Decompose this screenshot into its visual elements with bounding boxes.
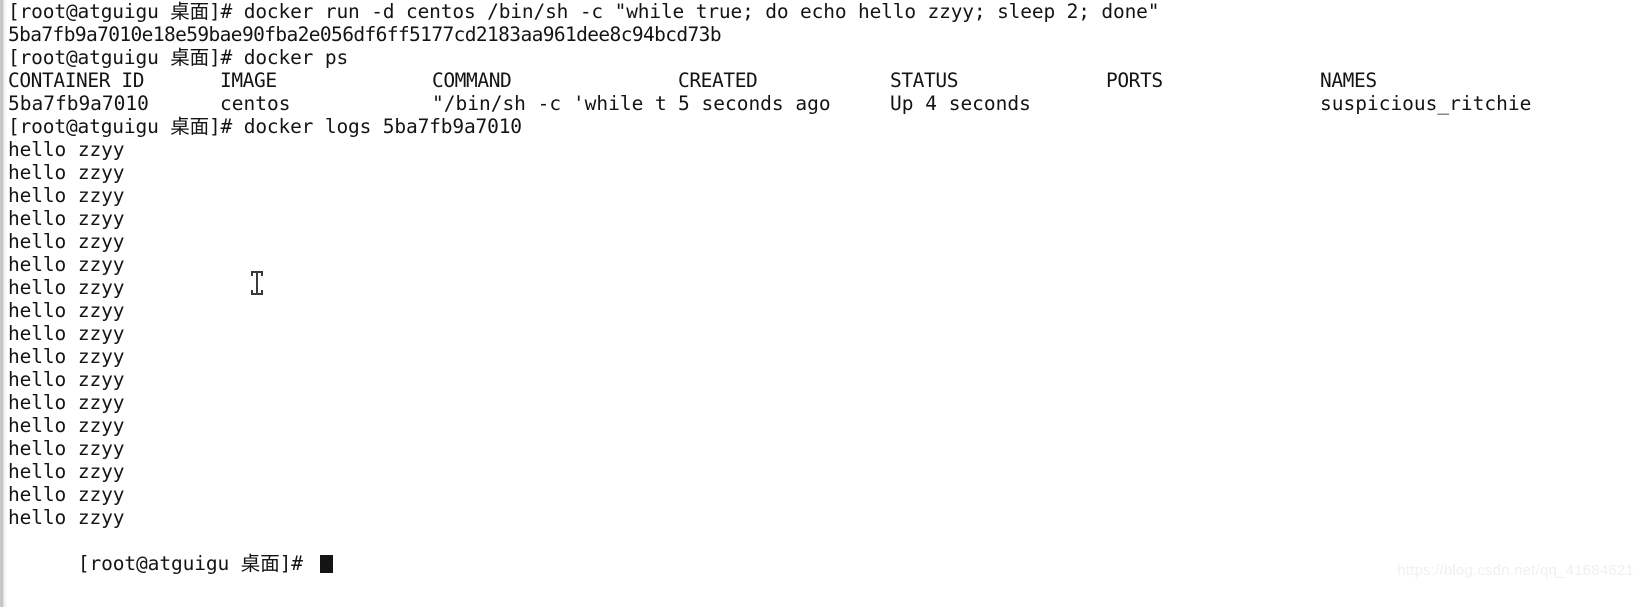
cell-status: Up 4 seconds	[890, 92, 1031, 115]
log-line: hello zzyy	[8, 253, 125, 276]
docker-logs-output: hello zzyy hello zzyy hello zzyy hello zzyy…	[8, 138, 1642, 529]
cell-command: "/bin/sh -c 'while t	[432, 92, 667, 115]
log-line: hello zzyy	[8, 161, 125, 184]
header-status: STATUS	[890, 69, 959, 92]
log-line: hello zzyy	[8, 299, 125, 322]
header-names: NAMES	[1320, 69, 1377, 92]
log-line: hello zzyy	[8, 437, 125, 460]
cell-image: centos	[220, 92, 291, 115]
log-line: hello zzyy	[8, 345, 125, 368]
log-line: hello zzyy	[8, 391, 125, 414]
csdn-watermark: https://blog.csdn.net/qq_41684621	[1397, 562, 1634, 579]
header-image: IMAGE	[220, 69, 277, 92]
cell-names: suspicious_ritchie	[1320, 92, 1532, 115]
log-line: hello zzyy	[8, 207, 125, 230]
container-id-hash-output: 5ba7fb9a7010e18e59bae90fba2e056df6ff5177…	[8, 23, 722, 46]
log-line: hello zzyy	[8, 276, 125, 299]
final-prompt-line[interactable]: [root@atguigu 桌面]#	[8, 529, 1642, 575]
log-line: hello zzyy	[8, 506, 125, 529]
log-line: hello zzyy	[8, 368, 125, 391]
cell-container-id: 5ba7fb9a7010	[8, 92, 149, 115]
log-line: hello zzyy	[8, 322, 125, 345]
block-cursor	[319, 555, 333, 573]
final-prompt-text: [root@atguigu 桌面]#	[77, 552, 315, 575]
window-left-edge-highlight	[4, 0, 6, 607]
header-container-id: CONTAINER ID	[8, 69, 145, 92]
command-line-docker-ps: [root@atguigu 桌面]# docker ps	[8, 46, 349, 69]
command-line-docker-run: [root@atguigu 桌面]# docker run -d centos …	[8, 0, 1160, 23]
terminal-window[interactable]: [root@atguigu 桌面]# docker run -d centos …	[0, 0, 1642, 607]
log-line: hello zzyy	[8, 138, 125, 161]
cell-created: 5 seconds ago	[678, 92, 831, 115]
header-command: COMMAND	[432, 69, 512, 92]
docker-ps-container-row: 5ba7fb9a7010 centos "/bin/sh -c 'while t…	[8, 92, 1642, 115]
log-line: hello zzyy	[8, 483, 125, 506]
header-ports: PORTS	[1106, 69, 1163, 92]
header-created: CREATED	[678, 69, 758, 92]
log-line: hello zzyy	[8, 414, 125, 437]
docker-ps-header-row: CONTAINER ID IMAGE COMMAND CREATED STATU…	[8, 69, 1642, 92]
log-line: hello zzyy	[8, 460, 125, 483]
command-line-docker-logs: [root@atguigu 桌面]# docker logs 5ba7fb9a7…	[8, 115, 522, 138]
log-line: hello zzyy	[8, 184, 125, 207]
log-line: hello zzyy	[8, 230, 125, 253]
terminal-output-area[interactable]: [root@atguigu 桌面]# docker run -d centos …	[8, 0, 1642, 575]
